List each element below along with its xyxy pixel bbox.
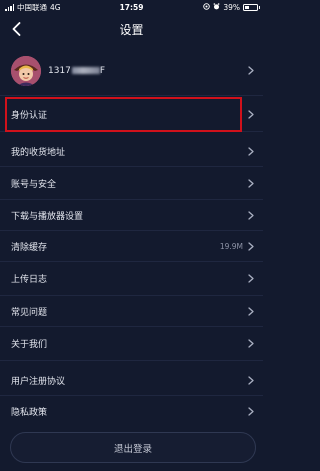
profile-row[interactable]: 1317 F [0,46,263,96]
settings-item-clear-cache[interactable]: 清除缓存 19.9M [0,231,263,262]
chevron-right-icon [247,210,255,220]
location-icon [203,2,211,12]
settings-item-account-security[interactable]: 账号与安全 [0,167,263,200]
chevron-right-icon [247,274,255,284]
alarm-icon [213,2,220,12]
chevron-right-icon [247,306,255,316]
nav-bar: 设置 [0,14,263,44]
chevron-right-icon [247,339,255,349]
chevron-right-icon [247,178,255,188]
settings-item-label: 常见问题 [11,307,48,318]
battery-icon [243,3,260,11]
profile-name-prefix: 1317 [48,65,71,76]
network-label: 4G [50,2,61,12]
profile-name-suffix: F [99,65,106,76]
chevron-right-icon [247,376,255,386]
chevron-right-icon [247,407,255,417]
status-bar: 中国联通 4G 17:59 39% [0,0,263,14]
settings-item-label: 隐私政策 [11,408,48,418]
logout-button[interactable]: 退出登录 [10,432,256,463]
battery-fill [245,5,250,9]
settings-item-user-agreement[interactable]: 用户注册协议 [0,366,263,396]
settings-item-address[interactable]: 我的收货地址 [0,137,263,167]
settings-item-label: 身份认证 [11,111,48,121]
settings-screen: 中国联通 4G 17:59 39% 设置 1317 F 身份认证 我的收货地址 … [0,0,263,471]
chevron-right-icon [247,147,255,157]
status-time: 17:59 [119,2,144,12]
settings-item-identity[interactable]: 身份认证 [0,98,263,132]
settings-item-label: 账号与安全 [11,179,57,190]
settings-item-upload-log[interactable]: 上传日志 [0,262,263,296]
settings-item-label: 我的收货地址 [11,148,66,158]
status-right: 39% [203,2,260,12]
settings-item-label: 用户注册协议 [11,377,66,387]
settings-item-label: 下载与播放器设置 [11,211,84,222]
settings-item-label: 上传日志 [11,275,48,285]
page-title: 设置 [119,23,144,37]
settings-item-label: 清除缓存 [11,242,48,253]
status-left: 中国联通 4G [5,2,61,13]
profile-name: 1317 F [48,66,247,76]
carrier-label: 中国联通 [17,2,47,12]
settings-item-download-player[interactable]: 下载与播放器设置 [0,200,263,231]
signal-icon [5,4,14,11]
avatar [11,55,41,86]
battery-percent: 39% [223,2,240,12]
chevron-right-icon [247,110,255,120]
chevron-right-icon [247,66,255,76]
settings-item-label: 关于我们 [11,340,48,350]
redacted-block [71,67,100,74]
settings-item-privacy[interactable]: 隐私政策 [0,396,263,427]
settings-item-faq[interactable]: 常见问题 [0,296,263,327]
settings-item-about[interactable]: 关于我们 [0,327,263,361]
cache-size-value: 19.9M [219,241,243,251]
chevron-right-icon [247,241,255,251]
